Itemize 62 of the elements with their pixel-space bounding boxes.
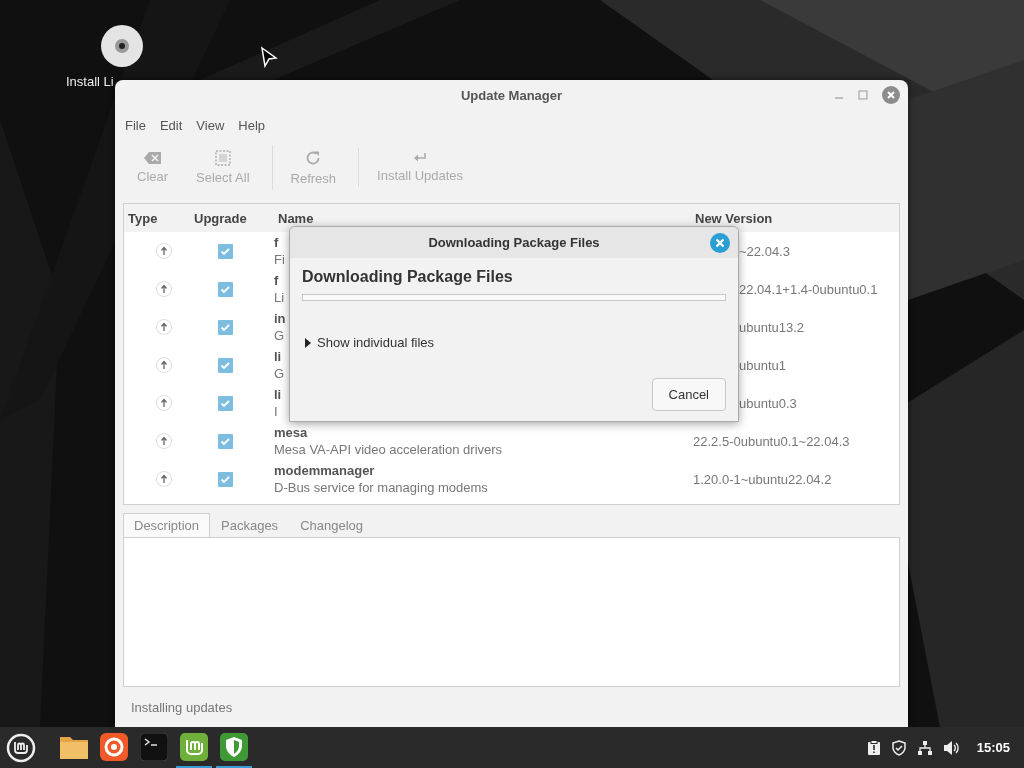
- package-description: Fi: [274, 252, 285, 267]
- checkbox[interactable]: [218, 243, 233, 259]
- mint-menu-icon[interactable]: [6, 732, 36, 763]
- package-name: mesa: [274, 425, 308, 440]
- close-icon[interactable]: [710, 233, 730, 253]
- version-cell-text: ubuntu13.2: [738, 319, 806, 335]
- browser-icon[interactable]: [100, 732, 128, 761]
- package-name: f: [274, 235, 279, 250]
- checkbox[interactable]: [218, 319, 233, 335]
- column-header[interactable]: New Version: [691, 210, 899, 226]
- package-description: I: [274, 404, 278, 419]
- package-description: G: [274, 328, 285, 343]
- column-header[interactable]: Upgrade: [190, 210, 274, 226]
- dialog-title: Downloading Package Files: [428, 235, 600, 250]
- menu-item[interactable]: Edit: [159, 117, 183, 133]
- checkbox[interactable]: [218, 281, 233, 297]
- version-cell-text: 22.2.5-0ubuntu0.1~22.04.3: [692, 433, 851, 449]
- shield-icon[interactable]: [890, 739, 907, 756]
- clock[interactable]: 15:05: [976, 740, 1010, 755]
- expander-arrow-icon: [304, 337, 312, 348]
- backspace-icon: [143, 151, 162, 165]
- shield-icon[interactable]: [220, 732, 248, 761]
- expander[interactable]: Show individual files: [302, 335, 437, 350]
- dialog-heading: Downloading Package Files: [302, 268, 514, 286]
- menu-item[interactable]: Help: [238, 117, 266, 133]
- cancel-button[interactable]: Cancel: [651, 378, 726, 411]
- package-name: modemmanager: [274, 463, 375, 478]
- package-name: in: [274, 311, 286, 326]
- column-header[interactable]: Name: [274, 210, 691, 226]
- clipboard-alert-icon[interactable]: [866, 739, 881, 756]
- package-name: li: [274, 387, 282, 402]
- version-cell-text: ubuntu0.3: [738, 395, 798, 411]
- column-header[interactable]: Type: [124, 210, 190, 226]
- checkbox[interactable]: [218, 357, 233, 373]
- desktop-icon-label: Install Li: [66, 74, 114, 89]
- network-icon[interactable]: [916, 739, 933, 756]
- version-cell-text: ~22.04.3: [738, 243, 791, 259]
- package-name: f: [274, 273, 279, 288]
- version-cell-text: 22.04.1+1.4-0ubuntu0.1: [738, 281, 879, 297]
- terminal-icon[interactable]: [140, 732, 168, 761]
- window-title: Update Manager: [460, 87, 563, 103]
- package-description: D-Bus service for managing modems: [274, 480, 488, 495]
- return-arrow-icon: [413, 152, 428, 164]
- select-all-icon: [214, 150, 231, 166]
- package-description: Mesa VA-API video acceleration drivers: [274, 442, 503, 457]
- mint-logo-icon[interactable]: [180, 732, 208, 761]
- disc-icon[interactable]: [100, 24, 144, 68]
- checkbox[interactable]: [218, 471, 233, 487]
- tab[interactable]: Description: [123, 513, 211, 537]
- version-cell-text: 1.20.0-1~ubuntu22.04.2: [692, 471, 833, 487]
- menu-item[interactable]: File: [125, 117, 146, 133]
- version-cell-text: ubuntu1: [738, 357, 787, 373]
- close-icon[interactable]: [882, 86, 900, 104]
- menu-item[interactable]: View: [196, 117, 225, 133]
- package-description: G: [274, 366, 285, 381]
- package-description: Li: [274, 290, 285, 305]
- checkbox[interactable]: [218, 395, 233, 411]
- checkbox[interactable]: [218, 433, 233, 449]
- package-name: li: [274, 349, 282, 364]
- pointer-icon: [260, 46, 278, 68]
- status-text: Installing updates: [131, 699, 233, 715]
- volume-icon[interactable]: [942, 739, 961, 756]
